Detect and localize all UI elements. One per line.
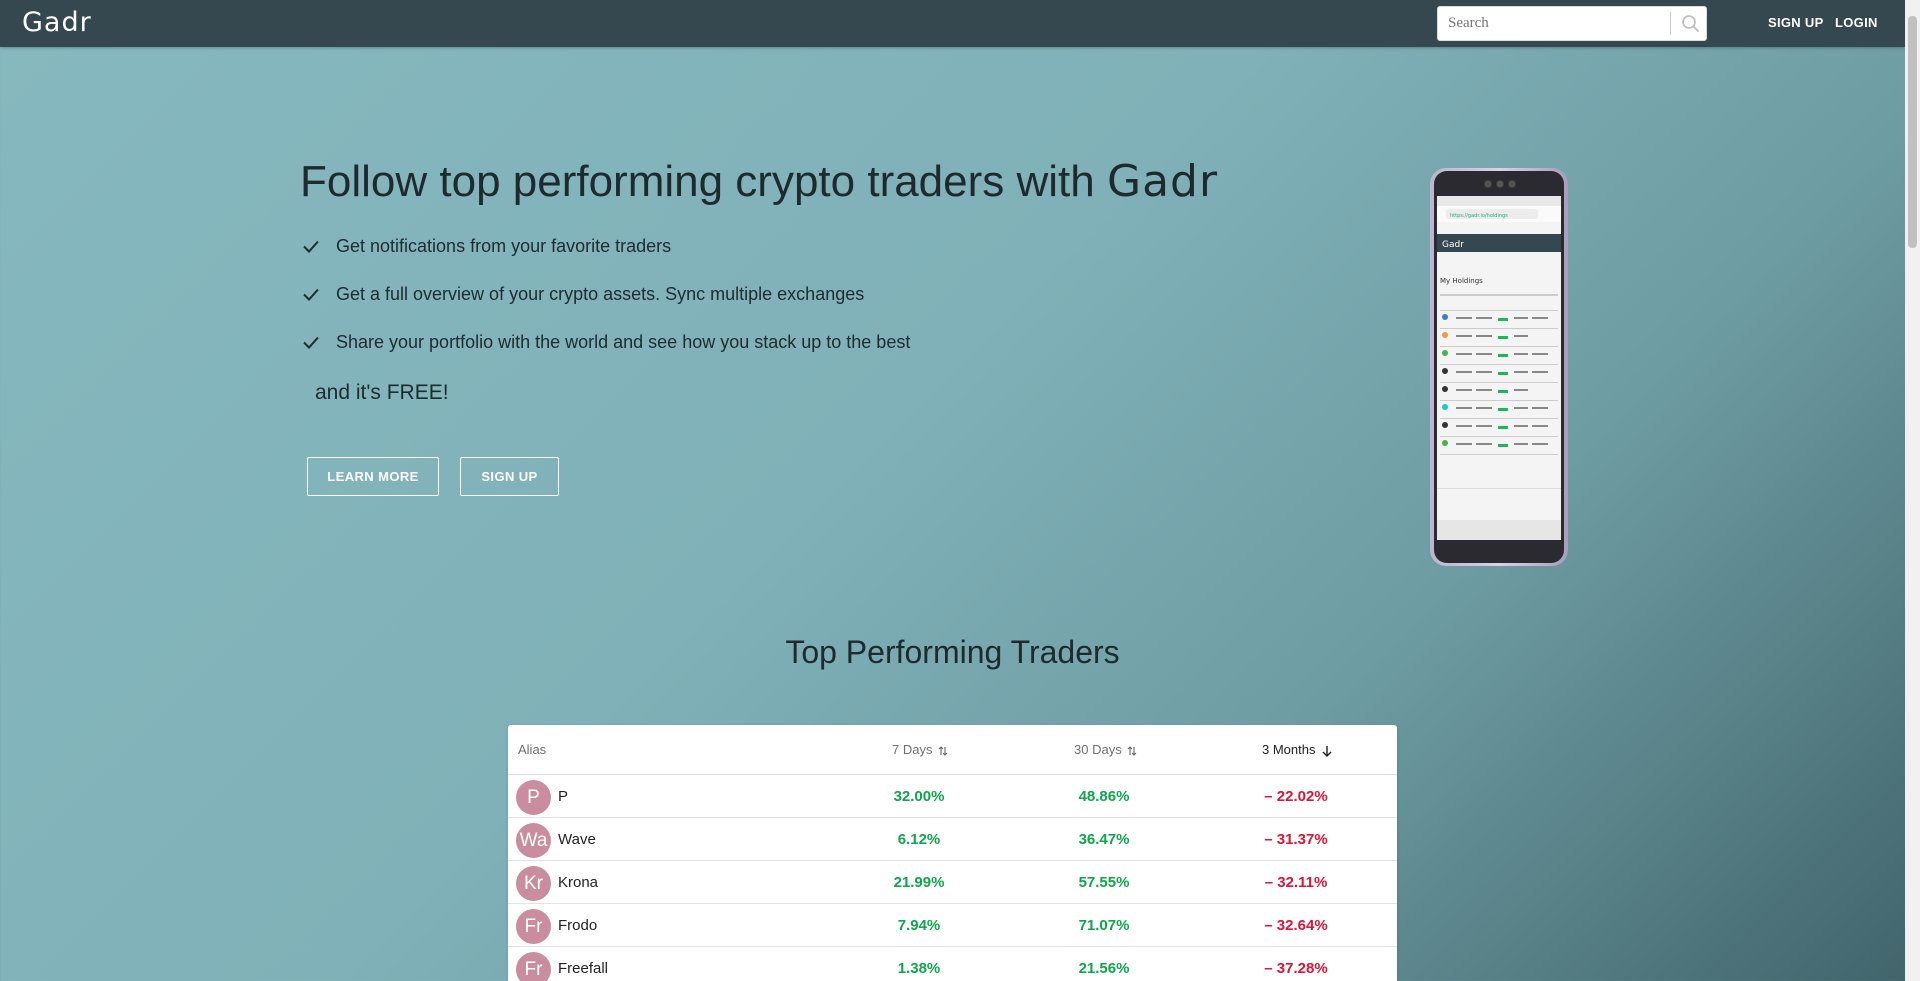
trader-alias[interactable]: Krona xyxy=(558,874,598,891)
phone-heading: My Holdings xyxy=(1440,277,1483,285)
value-3months: – 32.11% xyxy=(1264,874,1328,891)
feature-item: Get notifications from your favorite tra… xyxy=(300,235,671,257)
avatar: P xyxy=(516,780,551,815)
phone-app-logo: Gadr xyxy=(1442,240,1464,250)
feature-item: Get a full overview of your crypto asset… xyxy=(300,283,864,305)
hero-title-text: Follow top performing crypto traders wit… xyxy=(300,157,1107,206)
feature-text: Get a full overview of your crypto asset… xyxy=(336,283,865,304)
feature-text: Get notifications from your favorite tra… xyxy=(336,235,672,256)
value-30days: 36.47% xyxy=(1078,831,1130,848)
value-7days: 6.12% xyxy=(897,831,941,848)
top-navbar: Gadr SIGN UP LOGIN xyxy=(0,0,1905,47)
nav-login-link[interactable]: LOGIN xyxy=(1835,15,1878,30)
value-30days: 57.55% xyxy=(1078,874,1130,891)
search-button[interactable] xyxy=(1674,7,1706,40)
table-row[interactable]: Fr Freefall 1.38% 21.56% – 37.28% xyxy=(508,947,1397,981)
column-7days[interactable]: 7 Days xyxy=(892,742,948,757)
search-box xyxy=(1437,6,1707,41)
arrow-down-icon xyxy=(1322,745,1332,757)
hero-title: Follow top performing crypto traders wit… xyxy=(300,156,1218,207)
value-7days: 7.94% xyxy=(897,917,941,934)
table-row[interactable]: P P 32.00% 48.86% – 22.02% xyxy=(508,775,1397,818)
scrollbar-thumb[interactable] xyxy=(1908,16,1917,248)
column-7days-label: 7 Days xyxy=(892,742,933,757)
avatar: Kr xyxy=(516,866,551,901)
nav-signup-link[interactable]: SIGN UP xyxy=(1768,15,1824,30)
value-30days: 71.07% xyxy=(1078,917,1130,934)
feature-item: Share your portfolio with the world and … xyxy=(300,331,910,353)
traders-table: Alias 7 Days 30 Days 3 Months P P 32.00%… xyxy=(508,725,1397,981)
table-row[interactable]: Fr Frodo 7.94% 71.07% – 32.64% xyxy=(508,904,1397,947)
learn-more-button[interactable]: LEARN MORE xyxy=(307,457,439,496)
gadr-logo[interactable]: Gadr xyxy=(22,7,92,38)
value-30days: 21.56% xyxy=(1078,960,1130,977)
value-3months: – 22.02% xyxy=(1264,788,1328,805)
table-header: Alias 7 Days 30 Days 3 Months xyxy=(508,725,1397,775)
feature-text: Share your portfolio with the world and … xyxy=(336,331,911,352)
value-3months: – 37.28% xyxy=(1264,960,1328,977)
section-title: Top Performing Traders xyxy=(785,634,1120,670)
sort-icon xyxy=(938,745,948,756)
value-7days: 32.00% xyxy=(893,788,945,805)
column-30days[interactable]: 30 Days xyxy=(1074,742,1137,757)
value-3months: – 31.37% xyxy=(1264,831,1328,848)
search-input[interactable] xyxy=(1438,7,1670,40)
table-row[interactable]: Kr Krona 21.99% 57.55% – 32.11% xyxy=(508,861,1397,904)
free-tagline: and it's FREE! xyxy=(315,381,449,404)
column-alias: Alias xyxy=(518,742,547,757)
value-30days: 48.86% xyxy=(1078,788,1130,805)
column-30days-label: 30 Days xyxy=(1074,742,1122,757)
avatar: Fr xyxy=(516,909,551,944)
phone-mockup-image: https://gadr.io/holdings Gadr My Holding… xyxy=(1426,168,1572,568)
table-row[interactable]: Wa Wave 6.12% 36.47% – 31.37% xyxy=(508,818,1397,861)
check-icon xyxy=(303,336,319,349)
avatar: Wa xyxy=(516,823,551,858)
phone-url: https://gadr.io/holdings xyxy=(1450,213,1508,219)
search-icon xyxy=(1682,15,1699,32)
trader-alias[interactable]: Wave xyxy=(558,831,596,848)
value-7days: 1.38% xyxy=(897,960,941,977)
check-icon xyxy=(303,240,319,253)
search-divider xyxy=(1670,12,1671,35)
trader-alias[interactable]: Frodo xyxy=(558,917,597,934)
check-icon xyxy=(303,288,319,301)
trader-alias[interactable]: Freefall xyxy=(558,960,608,977)
sort-icon xyxy=(1127,745,1137,756)
value-3months: – 32.64% xyxy=(1264,917,1328,934)
hero-title-brand: Gadr xyxy=(1106,156,1219,207)
value-7days: 21.99% xyxy=(893,874,945,891)
column-3months-label: 3 Months xyxy=(1262,742,1316,757)
avatar: Fr xyxy=(516,952,551,981)
page-scrollbar[interactable] xyxy=(1905,0,1920,981)
column-3months[interactable]: 3 Months xyxy=(1262,742,1333,757)
trader-alias[interactable]: P xyxy=(558,788,568,805)
hero-signup-button[interactable]: SIGN UP xyxy=(460,457,559,496)
